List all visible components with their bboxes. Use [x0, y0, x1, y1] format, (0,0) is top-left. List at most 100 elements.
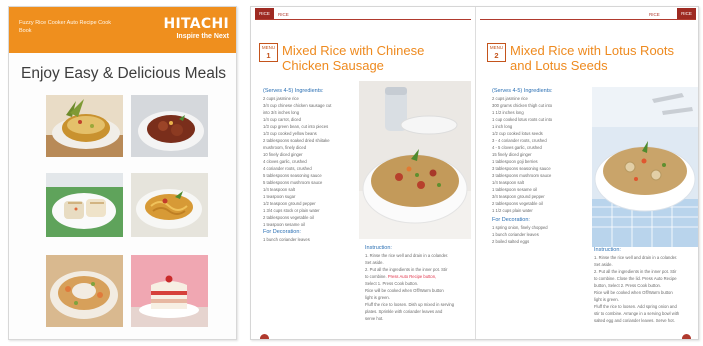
- ingredient-item: 1/3 cup cooked yellow beans: [263, 131, 317, 136]
- menu-2-badge: MENU 2: [487, 43, 506, 62]
- ingredient-item: 2 tablespoons vegetable oil: [263, 215, 314, 220]
- instruction-line: 2. Put all the ingredients in the inner …: [594, 269, 677, 274]
- menu-word: MENU: [261, 45, 276, 50]
- ingredient-item: 10 finely diced ginger: [263, 152, 303, 157]
- recipe-2-decoration-heading: For Decoration:: [492, 217, 530, 223]
- ingredient-item: 3 tablespoons mushroom sauce: [492, 173, 552, 178]
- ingredient-item: 3 - 4 coriander roots, crushed: [492, 138, 547, 143]
- ingredient-item: 1 1/2 inches long: [492, 110, 524, 115]
- ingredient-item: 2 cups jasmine rice: [263, 96, 299, 101]
- ingredient-item: 4 - 5 cloves garlic, crushed: [492, 145, 542, 150]
- ingredient-item: mushroom, finely diced: [263, 145, 307, 150]
- recipe-2-serves: (Serves 4-5) Ingredients:: [492, 88, 553, 94]
- instruction-line: serve hot.: [365, 316, 384, 321]
- menu-number: 2: [494, 51, 499, 60]
- instruction-line: Select 1. Press Cook button.: [365, 281, 419, 286]
- right-header-rule: [480, 19, 696, 20]
- ingredient-item: 1/3 cup green bean, cut into pieces: [263, 124, 329, 129]
- left-header-text: RICE: [278, 12, 289, 17]
- ingredient-item: 2 tablespoons soaked dried shiitake: [263, 138, 330, 143]
- ingredient-item: 3 tablespoons seasoning sauce: [492, 166, 551, 171]
- recipe-2-title-line2: and Lotus Seeds: [510, 58, 608, 73]
- ingredient-item: 1/4 teaspoon salt: [492, 180, 524, 185]
- decoration-item: 1 bunch coriander leaves: [492, 232, 539, 237]
- right-header-text: RICE: [649, 12, 660, 17]
- ingredient-item: 2 tablespoons vegetable oil: [492, 201, 543, 206]
- right-page-marker: [682, 334, 691, 339]
- braised-meat-photo: [131, 95, 208, 157]
- brand-name: HITACHI: [163, 16, 229, 32]
- ingredient-item: 1 teaspoon sesame oil: [263, 222, 305, 227]
- recipe-1-instruction-heading: Instruction:: [365, 245, 392, 251]
- ingredient-item: into 3/4 inches long: [263, 110, 300, 115]
- recipe-1-title-line2: Chicken Sausage: [282, 58, 384, 73]
- recipe-1-title-line1: Mixed Rice with Chinese: [282, 43, 425, 58]
- recipe-1-ingredient-list: 2 cups jasmine rice 3/4 cup chinese chick…: [263, 95, 359, 228]
- ingredient-item: 1/2 cup cooked lotus seeds: [492, 131, 543, 136]
- left-page-marker: [260, 334, 269, 339]
- lotus-root-rice-photo: [592, 87, 698, 247]
- menu-1-badge: MENU 1: [259, 43, 278, 62]
- menu-number: 1: [266, 51, 271, 60]
- ingredient-item: 3/4 teaspoon ground pepper: [492, 194, 545, 199]
- recipe-spread: RICE RICE RICE RICE MENU 1 Mixed Rice wi…: [250, 6, 699, 340]
- instruction-line: button, Select 2. Press Cook button.: [594, 283, 662, 288]
- ingredient-item: 1 cup cooked lotus roots cut into: [492, 117, 553, 122]
- brand-tagline: Inspire the Next: [176, 33, 229, 40]
- cover-subtitle: Fuzzy Rice Cooker Auto Recipe Cook Book: [19, 20, 112, 34]
- ingredient-item: 1 1/2 cups plain water: [492, 208, 533, 213]
- recipe-1-decoration-heading: For Decoration:: [263, 229, 301, 235]
- rice-ring-photo: [46, 255, 123, 327]
- noodle-dish-photo: [131, 173, 208, 237]
- instruction-line: light is green.: [594, 297, 619, 302]
- recipe-2-title-line1: Mixed Rice with Lotus Roots: [510, 43, 675, 58]
- highlighted-instruction: Press Auto Recipe button,: [387, 274, 437, 279]
- decoration-item: 1 spring onion, finely chopped: [492, 225, 548, 230]
- instruction-line: plates. Sprinkle with coriander leaves a…: [365, 309, 443, 314]
- fish-roll-photo: [46, 173, 123, 237]
- decoration-item: 2 boiled salted eggs: [492, 239, 530, 244]
- ingredient-item: 15 finely diced ginger: [492, 152, 532, 157]
- ingredient-item: 2 cups jasmine rice: [492, 96, 528, 101]
- ingredient-item: 5 tablespoons seasoning sauce: [263, 173, 322, 178]
- ingredient-item: 1/2 teaspoon ground pepper: [263, 201, 316, 206]
- instruction-line: Rice will be cooked when Off/Warm button: [594, 290, 673, 295]
- recipe-1-instruction-list: 1. Rinse the rice well and drain in a co…: [365, 252, 471, 322]
- ingredient-item: 4 coriander roots, crushed: [263, 166, 312, 171]
- recipe-2-decoration-list: 1 spring onion, finely chopped 1 bunch co…: [492, 224, 588, 245]
- decoration-item: 1 bunch coriander leaves: [263, 237, 310, 242]
- recipe-1-title: Mixed Rice with Chinese Chicken Sausage: [282, 43, 424, 73]
- instruction-line: Fluff the rice to loosen. Add spring oni…: [594, 304, 677, 309]
- ingredient-item: 3/4 cup chinese chicken sausage cut: [263, 103, 332, 108]
- brand-logo: HITACHI Inspire the Next: [163, 17, 229, 41]
- chicken-sausage-rice-photo: [359, 81, 471, 239]
- recipe-1-decoration-list: 1 bunch coriander leaves: [263, 236, 359, 243]
- ingredient-item: 4 cloves garlic, crushed: [263, 159, 307, 164]
- instruction-line: Rice will be cooked when Off/Warm button: [365, 288, 444, 293]
- instruction-line: light is green.: [365, 295, 390, 300]
- recipe-2-title: Mixed Rice with Lotus Roots and Lotus Se…: [510, 43, 674, 73]
- instruction-line: to combine. Press Auto Recipe button,: [365, 274, 437, 279]
- ingredient-item: 1 tablespoon sesame oil: [492, 187, 538, 192]
- pineapple-rice-photo: [46, 95, 123, 157]
- instruction-line: to combine. Close the lid. Press Auto Re…: [594, 276, 677, 281]
- cover-title: Enjoy Easy & Delicious Meals: [20, 65, 227, 82]
- layer-cake-photo: [131, 255, 208, 327]
- cover-header-band: Fuzzy Rice Cooker Auto Recipe Cook Book …: [9, 7, 236, 53]
- instruction-line: Set aside.: [594, 262, 613, 267]
- instruction-line: salted egg and coriander leaves. Serve h…: [594, 318, 675, 323]
- ingredient-item: 1/4 cup carrot, diced: [263, 117, 301, 122]
- ingredient-item: 1 teaspoon sugar: [263, 194, 296, 199]
- menu-word: MENU: [489, 45, 504, 50]
- recipe-1-serves: (Serves 4-5) Ingredients:: [263, 88, 324, 94]
- ingredient-item: 300 grams chicken thigh cut into: [492, 103, 553, 108]
- ingredient-item: 1/4 teaspoon salt: [263, 187, 295, 192]
- left-header-rule: [255, 19, 471, 20]
- instruction-line: 1. Rinse the rice well and drain in a co…: [365, 253, 449, 258]
- recipe-2-ingredient-list: 2 cups jasmine rice 300 grams chicken thi…: [492, 95, 588, 214]
- instruction-line: Fluff the rice to loosen. Dish up mixed …: [365, 302, 455, 307]
- ingredient-item: 1 inch long: [492, 124, 513, 129]
- instruction-line: stir to combine. Arrange in a serving bo…: [594, 311, 680, 316]
- recipe-2-instruction-heading: Instruction:: [594, 247, 621, 253]
- ingredient-item: 1 3/4 cups stock or plain water: [263, 208, 320, 213]
